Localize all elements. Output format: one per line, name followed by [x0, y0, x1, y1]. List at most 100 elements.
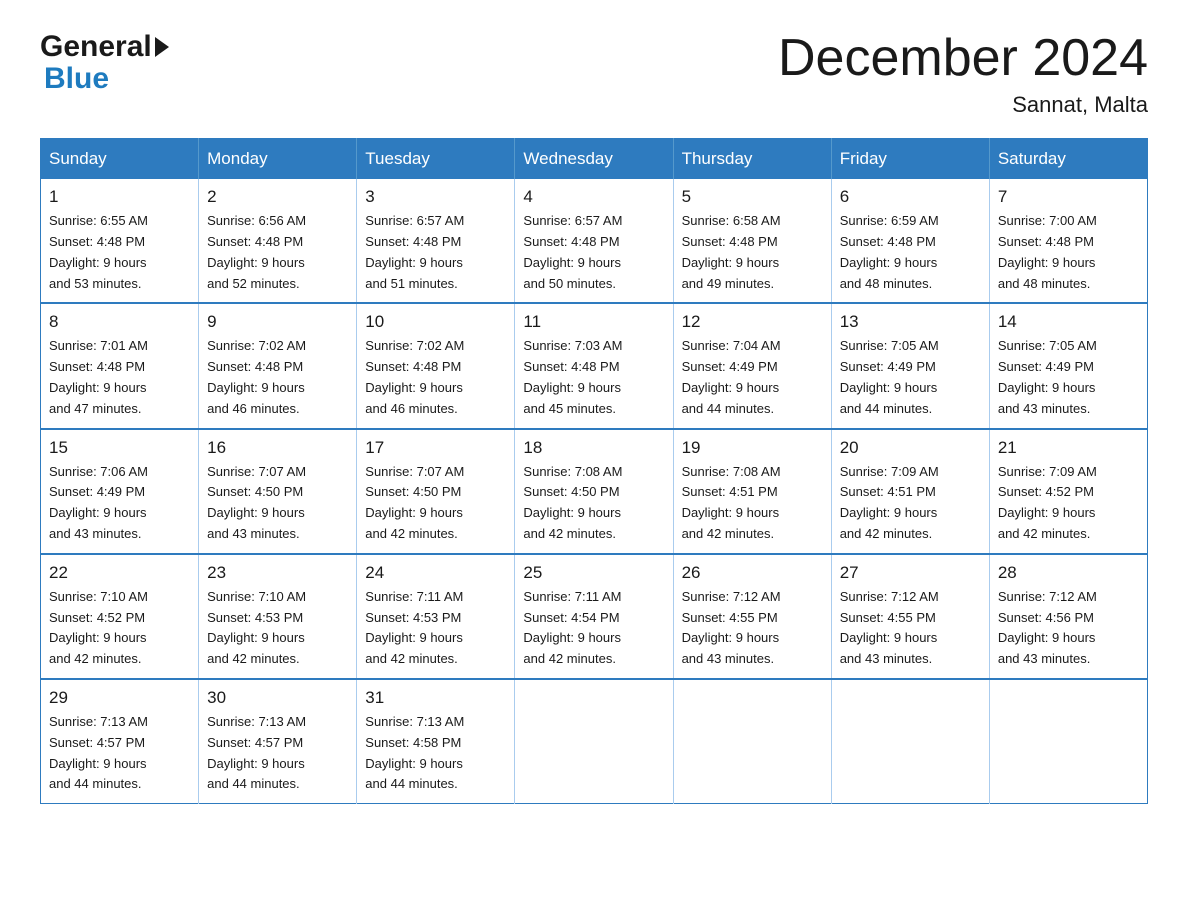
day-info: Sunrise: 7:01 AMSunset: 4:48 PMDaylight:… — [49, 336, 190, 419]
day-info: Sunrise: 6:58 AMSunset: 4:48 PMDaylight:… — [682, 211, 823, 294]
day-info: Sunrise: 7:11 AMSunset: 4:53 PMDaylight:… — [365, 587, 506, 670]
day-number: 8 — [49, 312, 190, 332]
day-info: Sunrise: 7:08 AMSunset: 4:51 PMDaylight:… — [682, 462, 823, 545]
day-info: Sunrise: 7:05 AMSunset: 4:49 PMDaylight:… — [840, 336, 981, 419]
calendar-day-cell — [673, 679, 831, 804]
day-number: 27 — [840, 563, 981, 583]
day-info: Sunrise: 7:10 AMSunset: 4:52 PMDaylight:… — [49, 587, 190, 670]
calendar-day-cell: 9 Sunrise: 7:02 AMSunset: 4:48 PMDaylight… — [199, 303, 357, 428]
logo-arrow-icon — [155, 37, 169, 57]
weekday-header-monday: Monday — [199, 139, 357, 180]
weekday-header-thursday: Thursday — [673, 139, 831, 180]
calendar-day-cell — [515, 679, 673, 804]
day-number: 6 — [840, 187, 981, 207]
calendar-week-row: 22 Sunrise: 7:10 AMSunset: 4:52 PMDayligh… — [41, 554, 1148, 679]
day-info: Sunrise: 7:13 AMSunset: 4:58 PMDaylight:… — [365, 712, 506, 795]
calendar-day-cell: 7 Sunrise: 7:00 AMSunset: 4:48 PMDaylight… — [989, 179, 1147, 303]
day-number: 16 — [207, 438, 348, 458]
day-number: 5 — [682, 187, 823, 207]
logo: General Blue — [40, 30, 169, 96]
calendar-day-cell: 3Sunrise: 6:57 AMSunset: 4:48 PMDaylight… — [357, 179, 515, 303]
day-info: Sunrise: 7:11 AMSunset: 4:54 PMDaylight:… — [523, 587, 664, 670]
day-info: Sunrise: 6:57 AMSunset: 4:48 PMDaylight:… — [365, 211, 506, 294]
day-number: 10 — [365, 312, 506, 332]
day-number: 28 — [998, 563, 1139, 583]
day-number: 19 — [682, 438, 823, 458]
day-number: 23 — [207, 563, 348, 583]
day-number: 22 — [49, 563, 190, 583]
day-info: Sunrise: 7:12 AMSunset: 4:55 PMDaylight:… — [682, 587, 823, 670]
calendar-table: SundayMondayTuesdayWednesdayThursdayFrid… — [40, 138, 1148, 804]
day-number: 26 — [682, 563, 823, 583]
day-info: Sunrise: 7:04 AMSunset: 4:49 PMDaylight:… — [682, 336, 823, 419]
weekday-header-tuesday: Tuesday — [357, 139, 515, 180]
day-number: 15 — [49, 438, 190, 458]
day-info: Sunrise: 6:59 AMSunset: 4:48 PMDaylight:… — [840, 211, 981, 294]
day-info: Sunrise: 7:09 AMSunset: 4:51 PMDaylight:… — [840, 462, 981, 545]
day-info: Sunrise: 7:12 AMSunset: 4:55 PMDaylight:… — [840, 587, 981, 670]
logo-word-general: General — [40, 30, 152, 64]
day-info: Sunrise: 7:03 AMSunset: 4:48 PMDaylight:… — [523, 336, 664, 419]
calendar-day-cell: 16Sunrise: 7:07 AMSunset: 4:50 PMDayligh… — [199, 429, 357, 554]
day-info: Sunrise: 7:12 AMSunset: 4:56 PMDaylight:… — [998, 587, 1139, 670]
day-number: 21 — [998, 438, 1139, 458]
calendar-day-cell: 31 Sunrise: 7:13 AMSunset: 4:58 PMDayligh… — [357, 679, 515, 804]
day-info: Sunrise: 7:07 AMSunset: 4:50 PMDaylight:… — [365, 462, 506, 545]
calendar-week-row: 15 Sunrise: 7:06 AMSunset: 4:49 PMDayligh… — [41, 429, 1148, 554]
title-section: December 2024 Sannat, Malta — [778, 30, 1148, 118]
day-number: 30 — [207, 688, 348, 708]
calendar-day-cell: 15 Sunrise: 7:06 AMSunset: 4:49 PMDayligh… — [41, 429, 199, 554]
calendar-day-cell: 25 Sunrise: 7:11 AMSunset: 4:54 PMDayligh… — [515, 554, 673, 679]
day-number: 4 — [523, 187, 664, 207]
month-title: December 2024 — [778, 30, 1148, 87]
calendar-day-cell — [989, 679, 1147, 804]
calendar-day-cell: 10 Sunrise: 7:02 AMSunset: 4:48 PMDayligh… — [357, 303, 515, 428]
calendar-day-cell: 22 Sunrise: 7:10 AMSunset: 4:52 PMDayligh… — [41, 554, 199, 679]
weekday-header-row: SundayMondayTuesdayWednesdayThursdayFrid… — [41, 139, 1148, 180]
logo-word-blue: Blue — [44, 62, 109, 96]
weekday-header-sunday: Sunday — [41, 139, 199, 180]
calendar-day-cell: 14Sunrise: 7:05 AMSunset: 4:49 PMDayligh… — [989, 303, 1147, 428]
calendar-day-cell: 21 Sunrise: 7:09 AMSunset: 4:52 PMDayligh… — [989, 429, 1147, 554]
day-info: Sunrise: 7:06 AMSunset: 4:49 PMDaylight:… — [49, 462, 190, 545]
day-number: 13 — [840, 312, 981, 332]
day-number: 1 — [49, 187, 190, 207]
weekday-header-saturday: Saturday — [989, 139, 1147, 180]
day-number: 9 — [207, 312, 348, 332]
day-info: Sunrise: 7:13 AMSunset: 4:57 PMDaylight:… — [207, 712, 348, 795]
calendar-day-cell: 13 Sunrise: 7:05 AMSunset: 4:49 PMDayligh… — [831, 303, 989, 428]
calendar-day-cell: 1 Sunrise: 6:55 AMSunset: 4:48 PMDaylight… — [41, 179, 199, 303]
calendar-day-cell: 24 Sunrise: 7:11 AMSunset: 4:53 PMDayligh… — [357, 554, 515, 679]
day-number: 24 — [365, 563, 506, 583]
calendar-day-cell: 28 Sunrise: 7:12 AMSunset: 4:56 PMDayligh… — [989, 554, 1147, 679]
day-number: 2 — [207, 187, 348, 207]
calendar-day-cell: 19 Sunrise: 7:08 AMSunset: 4:51 PMDayligh… — [673, 429, 831, 554]
day-number: 20 — [840, 438, 981, 458]
day-info: Sunrise: 6:55 AMSunset: 4:48 PMDaylight:… — [49, 211, 190, 294]
day-number: 12 — [682, 312, 823, 332]
calendar-day-cell: 30 Sunrise: 7:13 AMSunset: 4:57 PMDayligh… — [199, 679, 357, 804]
day-number: 11 — [523, 312, 664, 332]
day-info: Sunrise: 7:13 AMSunset: 4:57 PMDaylight:… — [49, 712, 190, 795]
calendar-week-row: 8 Sunrise: 7:01 AMSunset: 4:48 PMDaylight… — [41, 303, 1148, 428]
page-header: General Blue December 2024 Sannat, Malta — [40, 30, 1148, 118]
calendar-week-row: 1 Sunrise: 6:55 AMSunset: 4:48 PMDaylight… — [41, 179, 1148, 303]
day-info: Sunrise: 7:02 AMSunset: 4:48 PMDaylight:… — [365, 336, 506, 419]
day-number: 31 — [365, 688, 506, 708]
calendar-week-row: 29 Sunrise: 7:13 AMSunset: 4:57 PMDayligh… — [41, 679, 1148, 804]
day-number: 25 — [523, 563, 664, 583]
calendar-day-cell: 18Sunrise: 7:08 AMSunset: 4:50 PMDayligh… — [515, 429, 673, 554]
day-number: 29 — [49, 688, 190, 708]
calendar-day-cell: 26 Sunrise: 7:12 AMSunset: 4:55 PMDayligh… — [673, 554, 831, 679]
calendar-day-cell: 17Sunrise: 7:07 AMSunset: 4:50 PMDayligh… — [357, 429, 515, 554]
calendar-day-cell: 20 Sunrise: 7:09 AMSunset: 4:51 PMDayligh… — [831, 429, 989, 554]
day-info: Sunrise: 7:09 AMSunset: 4:52 PMDaylight:… — [998, 462, 1139, 545]
day-number: 7 — [998, 187, 1139, 207]
weekday-header-friday: Friday — [831, 139, 989, 180]
calendar-day-cell: 12 Sunrise: 7:04 AMSunset: 4:49 PMDayligh… — [673, 303, 831, 428]
location-label: Sannat, Malta — [778, 92, 1148, 118]
day-info: Sunrise: 7:00 AMSunset: 4:48 PMDaylight:… — [998, 211, 1139, 294]
day-info: Sunrise: 7:02 AMSunset: 4:48 PMDaylight:… — [207, 336, 348, 419]
calendar-day-cell: 23Sunrise: 7:10 AMSunset: 4:53 PMDayligh… — [199, 554, 357, 679]
calendar-day-cell: 8 Sunrise: 7:01 AMSunset: 4:48 PMDaylight… — [41, 303, 199, 428]
